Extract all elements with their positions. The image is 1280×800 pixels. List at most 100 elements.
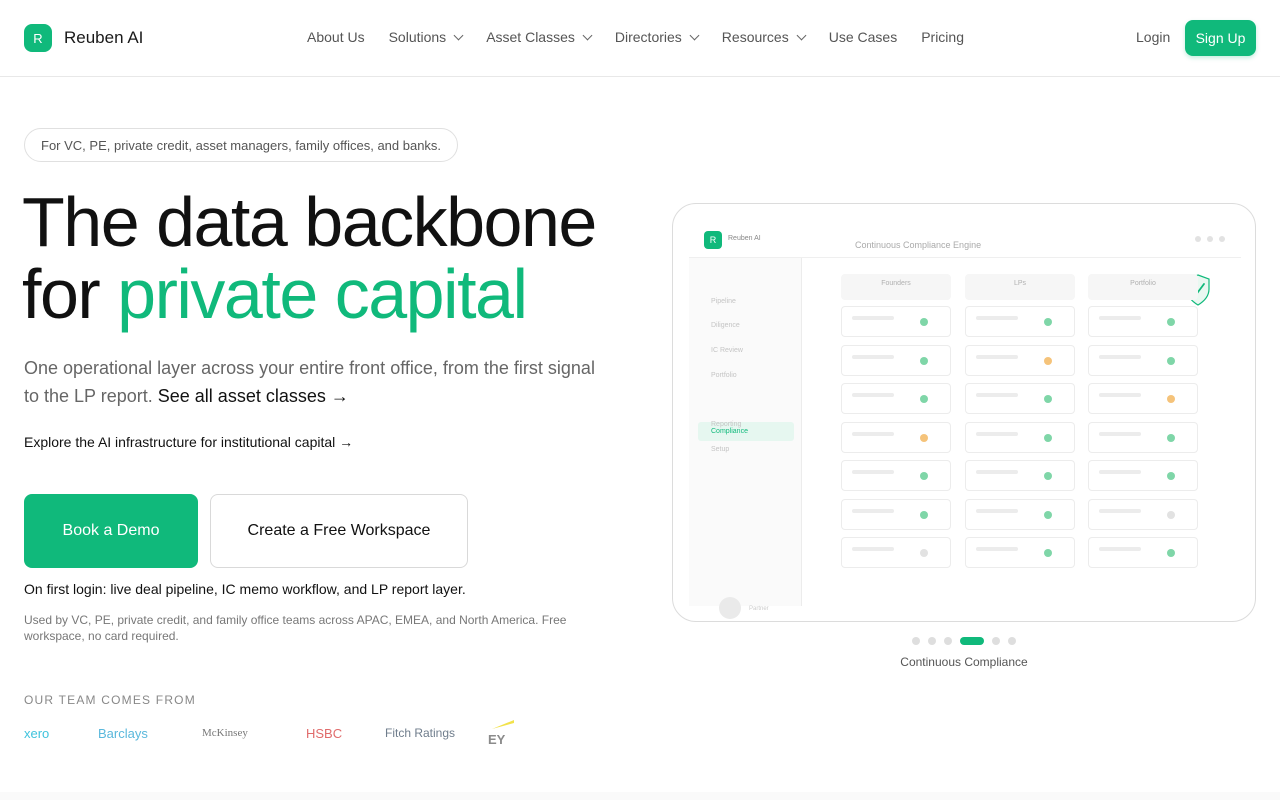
nav-use-cases[interactable]: Use Cases — [829, 29, 897, 45]
preview-placeholder-bar — [852, 354, 894, 359]
preview-status-cell — [965, 383, 1075, 414]
nav-asset-classes[interactable]: Asset Classes — [486, 29, 593, 45]
hero-title-line1: The data backbone — [22, 183, 597, 261]
preview-status-cell — [1088, 344, 1198, 376]
preview-status-cell — [841, 344, 951, 376]
status-dot-icon — [1167, 318, 1175, 326]
status-dot-icon — [1167, 549, 1175, 557]
preview-status-cell — [965, 344, 1075, 376]
preview-status-cell — [841, 383, 951, 414]
status-dot-icon — [920, 549, 928, 557]
preview-sidebar-item: IC Review — [711, 347, 743, 354]
explore-link[interactable]: Explore the AI infrastructure for instit… — [24, 434, 353, 450]
carousel-dot[interactable] — [912, 637, 920, 645]
chevron-down-icon — [689, 30, 700, 40]
preview-status-cell — [841, 306, 951, 337]
nav-pricing[interactable]: Pricing — [921, 29, 964, 45]
preview-sidebar-item: Diligence — [711, 322, 740, 329]
carousel-dot[interactable] — [960, 637, 984, 645]
login-link[interactable]: Login — [1136, 29, 1170, 45]
status-dot-icon — [1167, 510, 1175, 519]
status-dot-icon — [1167, 356, 1175, 365]
sign-up-button[interactable]: Sign Up — [1185, 20, 1256, 56]
status-dot-icon — [920, 510, 928, 519]
hero-title-line2: for private capital — [22, 258, 596, 330]
used-by-note: Used by VC, PE, private credit, and fami… — [24, 613, 567, 643]
logo-barclays: Barclays — [98, 726, 148, 741]
logo-hsbc: HSBC — [306, 726, 343, 741]
preview-status-cell — [1088, 537, 1198, 568]
preview-placeholder-bar — [1099, 354, 1141, 359]
hero-title-for: for — [22, 255, 118, 333]
preview-sidebar: Compliance Partner Pipeline Diligence IC R… — [689, 258, 802, 619]
chevron-down-icon — [582, 30, 593, 40]
preview-status-cell — [965, 498, 1075, 530]
logo-fitch-ratings: Fitch Ratings — [385, 726, 456, 740]
nav-label: Solutions — [388, 29, 447, 45]
preview-title: Continuous Compliance Engine — [855, 240, 982, 250]
preview-placeholder-bar — [852, 393, 894, 397]
main-menu: About Us Solutions Asset Classes Directorie… — [307, 29, 988, 45]
preview-status-cell — [965, 306, 1075, 337]
status-dot-icon — [1044, 472, 1052, 480]
book-demo-button[interactable]: Book a Demo — [24, 494, 198, 568]
preview-status-cell — [841, 498, 951, 530]
hero-subtitle: One operational layer across your entire… — [24, 354, 614, 410]
chevron-down-icon — [453, 30, 464, 40]
status-dot-icon — [1044, 549, 1052, 557]
carousel-caption: Continuous Compliance — [900, 655, 1028, 669]
hero-title-accent: private capital — [117, 255, 528, 333]
preview-placeholder-bar — [1099, 470, 1141, 474]
nav-label: About Us — [307, 29, 365, 45]
nav-directories[interactable]: Directories — [615, 29, 700, 45]
preview-placeholder-bar — [1099, 547, 1141, 551]
brand-logo-icon[interactable]: R — [24, 24, 52, 52]
nav-about-us[interactable]: About Us — [307, 29, 365, 45]
preview-placeholder-bar — [852, 547, 894, 551]
nav-label: Use Cases — [828, 29, 898, 45]
carousel-dot[interactable] — [944, 637, 952, 645]
preview-placeholder-bar — [976, 431, 1018, 436]
preview-status-cell — [841, 421, 951, 453]
preview-status-cell — [1088, 421, 1198, 453]
preview-placeholder-bar — [1099, 431, 1141, 436]
product-preview-card: R Reuben AI Continuous Compliance Engine… — [672, 203, 1256, 622]
preview-user: Partner — [749, 606, 769, 612]
preview-status-cell — [841, 460, 951, 491]
carousel-dot[interactable] — [928, 637, 936, 645]
status-dot-icon — [920, 395, 928, 403]
preview-status-cell — [1088, 383, 1198, 414]
status-dot-icon — [920, 433, 928, 442]
status-dot-icon — [1044, 395, 1052, 403]
nav-solutions[interactable]: Solutions — [388, 29, 464, 45]
preview-placeholder-bar — [976, 547, 1018, 551]
first-login-note: On first login: live deal pipeline, IC m… — [24, 581, 466, 597]
preview-placeholder-bar — [1099, 393, 1141, 397]
product-preview-screen: R Reuben AI Continuous Compliance Engine… — [689, 226, 1241, 619]
preview-status-cell — [965, 460, 1075, 491]
preview-column-header: LPs — [965, 274, 1075, 300]
preview-column-header: Founders — [841, 274, 951, 300]
logo-xero: xero — [24, 726, 50, 741]
logo-ey: EY — [488, 720, 514, 747]
nav-label: Resources — [721, 29, 789, 45]
see-asset-classes-link[interactable]: See all asset classes → — [158, 386, 349, 406]
preview-status-cell — [841, 537, 951, 568]
nav-resources[interactable]: Resources — [721, 29, 807, 45]
audience-pill: For VC, PE, private credit, asset manage… — [24, 128, 459, 162]
preview-placeholder-bar — [976, 316, 1018, 320]
carousel-dot[interactable] — [992, 637, 1000, 645]
preview-window-dots — [1195, 236, 1225, 242]
preview-status-cell — [1088, 460, 1198, 491]
preview-sidebar-item: Pipeline — [711, 298, 736, 305]
carousel-dot[interactable] — [1008, 637, 1016, 645]
status-dot-icon — [1167, 472, 1175, 480]
status-dot-icon — [1044, 318, 1052, 326]
carousel-dots — [912, 637, 1016, 645]
preview-placeholder-bar — [852, 431, 894, 436]
preview-avatar — [719, 597, 741, 619]
preview-placeholder-bar — [976, 470, 1018, 474]
brand-name[interactable]: Reuben AI — [64, 28, 143, 48]
create-workspace-button[interactable]: Create a Free Workspace — [210, 494, 468, 568]
preview-logo-icon: R — [704, 231, 722, 249]
